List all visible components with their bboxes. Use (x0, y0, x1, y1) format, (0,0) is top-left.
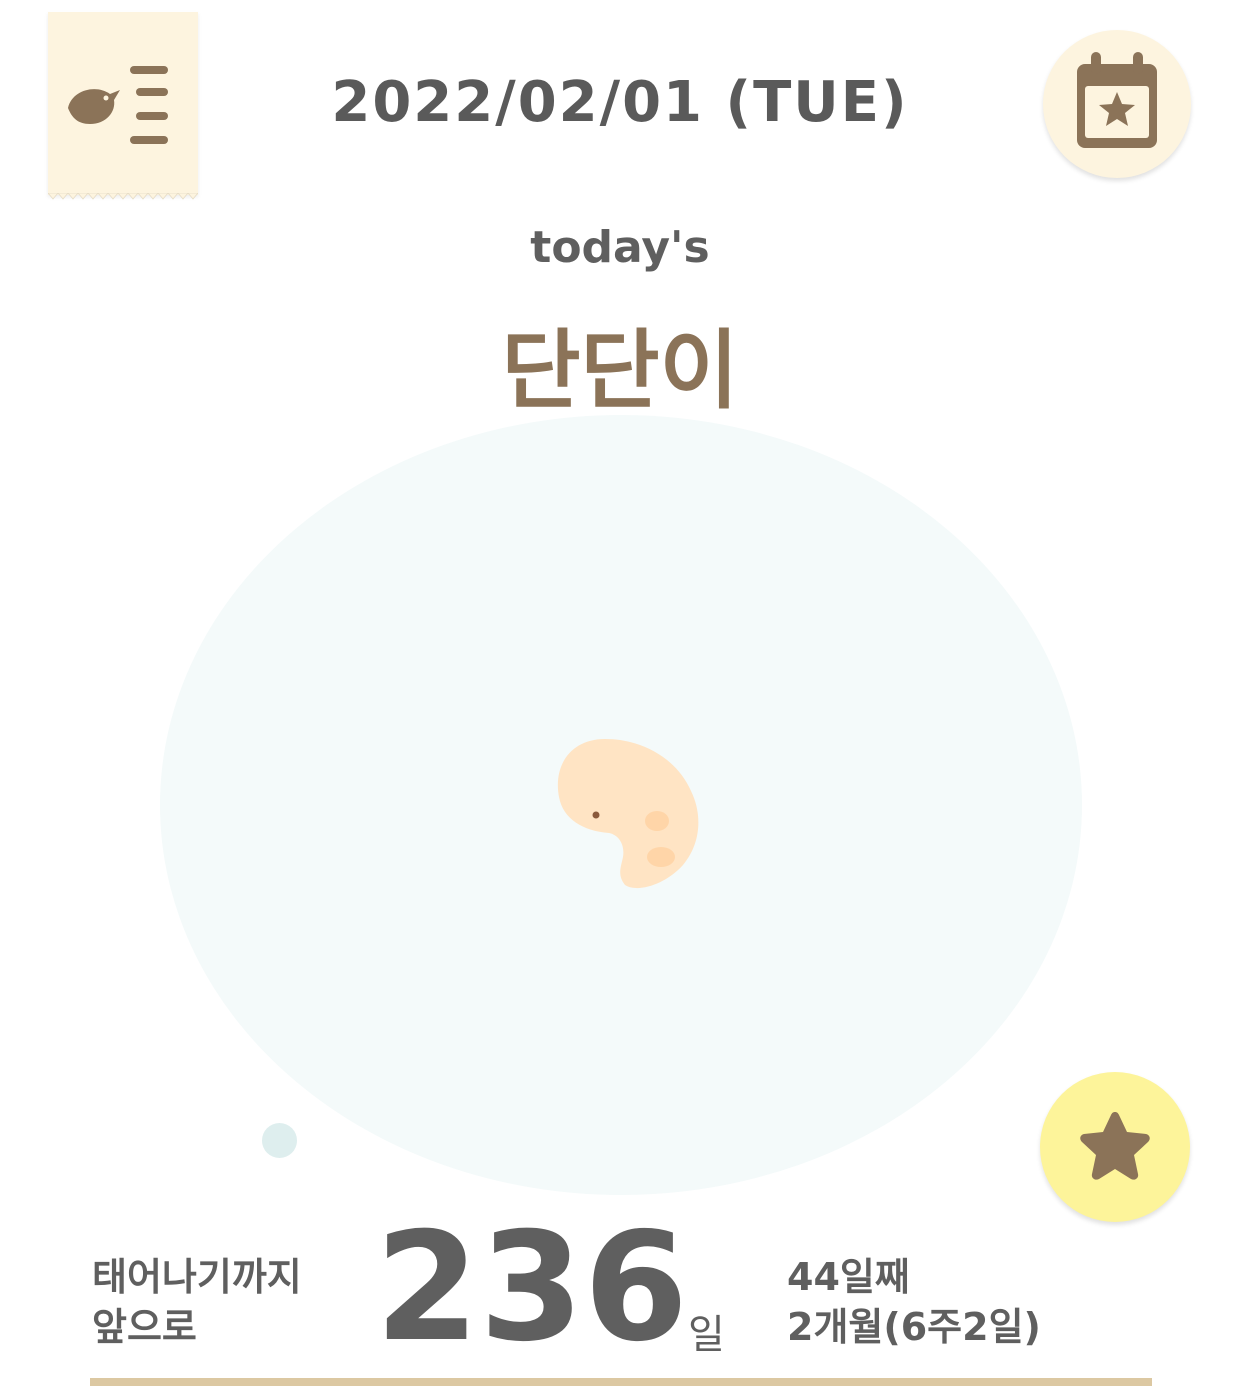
date-title: 2022/02/01 (TUE) (331, 70, 909, 135)
baby-name: 단단이 (501, 321, 739, 421)
embryo-illustration[interactable] (553, 735, 703, 895)
pregnancy-month-week: 2개월(6주2일) (787, 1305, 1041, 1349)
pregnancy-day-count: 44일째 (787, 1255, 910, 1299)
calendar-star-icon (1077, 52, 1157, 148)
countdown-label-line1: 태어나기까지 (92, 1255, 302, 1299)
todays-label: today's (530, 222, 710, 273)
days-unit: 일 (688, 1312, 725, 1358)
calendar-button[interactable] (1043, 30, 1191, 178)
pregnancy-info: 44일째 2개월(6주2일) (787, 1252, 1041, 1352)
zigzag-edge (48, 193, 198, 200)
favorite-button[interactable] (1040, 1072, 1190, 1222)
countdown-label: 태어나기까지 앞으로 (92, 1252, 302, 1352)
days-left-number: 236 (375, 1201, 689, 1375)
decorative-dot (262, 1123, 297, 1158)
bottom-divider (90, 1378, 1152, 1386)
star-icon (1080, 1112, 1150, 1180)
countdown-label-line2: 앞으로 (92, 1305, 197, 1349)
menu-button[interactable] (48, 12, 198, 200)
bird-menu-icon (68, 66, 168, 144)
